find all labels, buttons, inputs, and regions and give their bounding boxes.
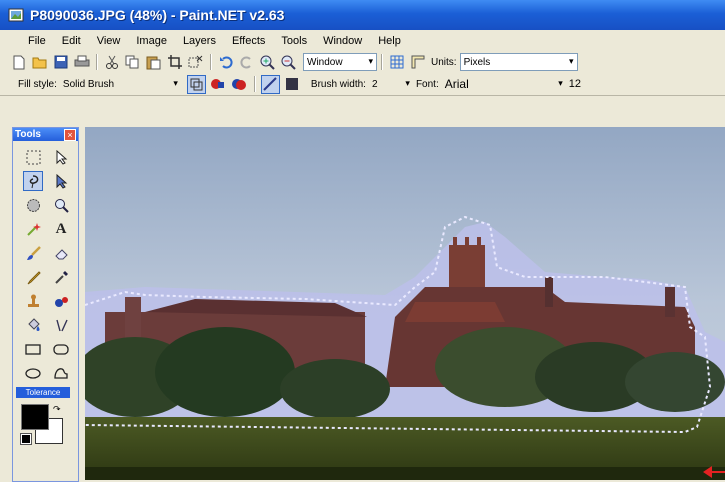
crop-icon[interactable] bbox=[166, 54, 183, 71]
chevron-down-icon: ▾ bbox=[368, 56, 373, 66]
menu-image[interactable]: Image bbox=[128, 35, 175, 47]
pencil-icon[interactable] bbox=[23, 267, 43, 287]
menu-layers[interactable]: Layers bbox=[175, 35, 224, 47]
undo-icon[interactable] bbox=[217, 54, 234, 71]
chevron-down-icon: ▾ bbox=[173, 78, 178, 88]
fill-style-label: Fill style: bbox=[18, 78, 57, 90]
save-icon[interactable] bbox=[52, 54, 69, 71]
rectangle-icon[interactable] bbox=[23, 339, 43, 359]
paintbrush-icon[interactable] bbox=[23, 243, 43, 263]
zoom-in-icon[interactable] bbox=[259, 54, 276, 71]
swap-colors-icon[interactable]: ↷ bbox=[53, 404, 61, 415]
line-icon[interactable] bbox=[51, 315, 71, 335]
zoom-combo-value: Window bbox=[307, 56, 343, 68]
toolbar-separator bbox=[96, 54, 97, 70]
menu-edit[interactable]: Edit bbox=[54, 35, 89, 47]
primary-color-swatch[interactable] bbox=[21, 404, 49, 430]
menu-help[interactable]: Help bbox=[370, 35, 409, 47]
rounded-rectangle-icon[interactable] bbox=[51, 339, 71, 359]
chevron-down-icon: ▾ bbox=[569, 56, 574, 66]
chevron-down-icon: ▾ bbox=[558, 78, 563, 88]
menu-file[interactable]: File bbox=[20, 35, 54, 47]
draw-shape-outline-icon[interactable] bbox=[186, 74, 206, 94]
units-combo-value: Pixels bbox=[463, 56, 491, 68]
menu-view[interactable]: View bbox=[89, 35, 129, 47]
clone-stamp-icon[interactable] bbox=[23, 291, 43, 311]
font-combo[interactable]: Arial ▾ bbox=[442, 76, 566, 92]
draw-filled-outline-icon[interactable] bbox=[231, 76, 248, 93]
units-combo[interactable]: Pixels ▾ bbox=[459, 53, 578, 71]
color-picker-icon[interactable] bbox=[51, 267, 71, 287]
tolerance-label[interactable]: Tolerance bbox=[16, 387, 70, 398]
menu-bar: File Edit View Image Layers Effects Tool… bbox=[0, 30, 725, 51]
recolor-icon[interactable] bbox=[51, 291, 71, 311]
toolbar-separator bbox=[253, 76, 255, 92]
toolbar-separator bbox=[210, 54, 211, 70]
font-label: Font: bbox=[415, 78, 439, 90]
text-icon[interactable]: A bbox=[51, 219, 71, 239]
tools-window-title: Tools bbox=[15, 129, 41, 140]
ellipse-icon[interactable] bbox=[23, 363, 43, 383]
main-toolbar: Window ▾ Units: Pixels ▾ bbox=[0, 51, 725, 73]
annotation-arrow-icon bbox=[703, 465, 725, 480]
grid-icon[interactable] bbox=[388, 54, 405, 71]
font-value: Arial bbox=[444, 77, 469, 91]
tools-window-header: Tools × bbox=[13, 128, 78, 141]
close-icon[interactable]: × bbox=[64, 128, 76, 141]
font-size-value[interactable]: 12 bbox=[569, 78, 581, 90]
print-icon[interactable] bbox=[73, 54, 90, 71]
cut-icon[interactable] bbox=[103, 54, 120, 71]
redo-icon[interactable] bbox=[238, 54, 255, 71]
chevron-down-icon: ▾ bbox=[405, 78, 410, 88]
magic-wand-icon[interactable] bbox=[23, 219, 43, 239]
paste-icon[interactable] bbox=[145, 54, 162, 71]
menu-tools[interactable]: Tools bbox=[273, 35, 315, 47]
zoom-out-icon[interactable] bbox=[280, 54, 297, 71]
zoom-combo[interactable]: Window ▾ bbox=[303, 53, 377, 71]
freeform-shape-icon[interactable] bbox=[51, 363, 71, 383]
reset-colors-icon[interactable] bbox=[20, 433, 32, 445]
tools-window: Tools × A Tolerance ↷ bbox=[12, 127, 79, 482]
rectangle-select-icon[interactable] bbox=[23, 147, 43, 167]
menu-window[interactable]: Window bbox=[315, 35, 370, 47]
deselect-icon[interactable] bbox=[187, 54, 204, 71]
title-bar: P8090036.JPG (48%) - Paint.NET v2.63 bbox=[0, 0, 725, 30]
draw-filled-shape-icon[interactable] bbox=[210, 76, 227, 93]
open-icon[interactable] bbox=[31, 54, 48, 71]
ellipse-select-icon[interactable] bbox=[23, 195, 43, 215]
image-canvas[interactable] bbox=[85, 127, 725, 480]
antialiasing-off-icon[interactable] bbox=[284, 76, 301, 93]
move-selection-icon[interactable] bbox=[51, 147, 71, 167]
color-swatches: ↷ bbox=[20, 404, 66, 445]
copy-icon[interactable] bbox=[124, 54, 141, 71]
brush-width-value: 2 bbox=[371, 78, 378, 90]
zoom-icon[interactable] bbox=[51, 195, 71, 215]
rulers-icon[interactable] bbox=[409, 54, 426, 71]
fill-style-combo[interactable]: Solid Brush ▾ bbox=[60, 76, 181, 92]
menu-effects[interactable]: Effects bbox=[224, 35, 273, 47]
tool-grid: A bbox=[13, 141, 78, 383]
new-icon[interactable] bbox=[10, 54, 27, 71]
lasso-select-icon[interactable] bbox=[23, 171, 43, 191]
fill-style-value: Solid Brush bbox=[62, 78, 115, 90]
toolbar-separator bbox=[381, 54, 382, 70]
brush-width-label: Brush width: bbox=[310, 78, 366, 90]
paint-bucket-icon[interactable] bbox=[23, 315, 43, 335]
move-selected-icon[interactable] bbox=[51, 171, 71, 191]
antialiasing-on-icon[interactable] bbox=[260, 74, 280, 94]
window-title: P8090036.JPG (48%) - Paint.NET v2.63 bbox=[30, 7, 285, 23]
photo-castle bbox=[85, 127, 725, 480]
eraser-icon[interactable] bbox=[51, 243, 71, 263]
units-label: Units: bbox=[431, 56, 457, 68]
brush-width-combo[interactable]: 2 ▾ bbox=[369, 76, 413, 92]
tool-options-toolbar: Fill style: Solid Brush ▾ Brush width: 2 ▾… bbox=[0, 73, 725, 96]
app-icon bbox=[8, 8, 24, 22]
